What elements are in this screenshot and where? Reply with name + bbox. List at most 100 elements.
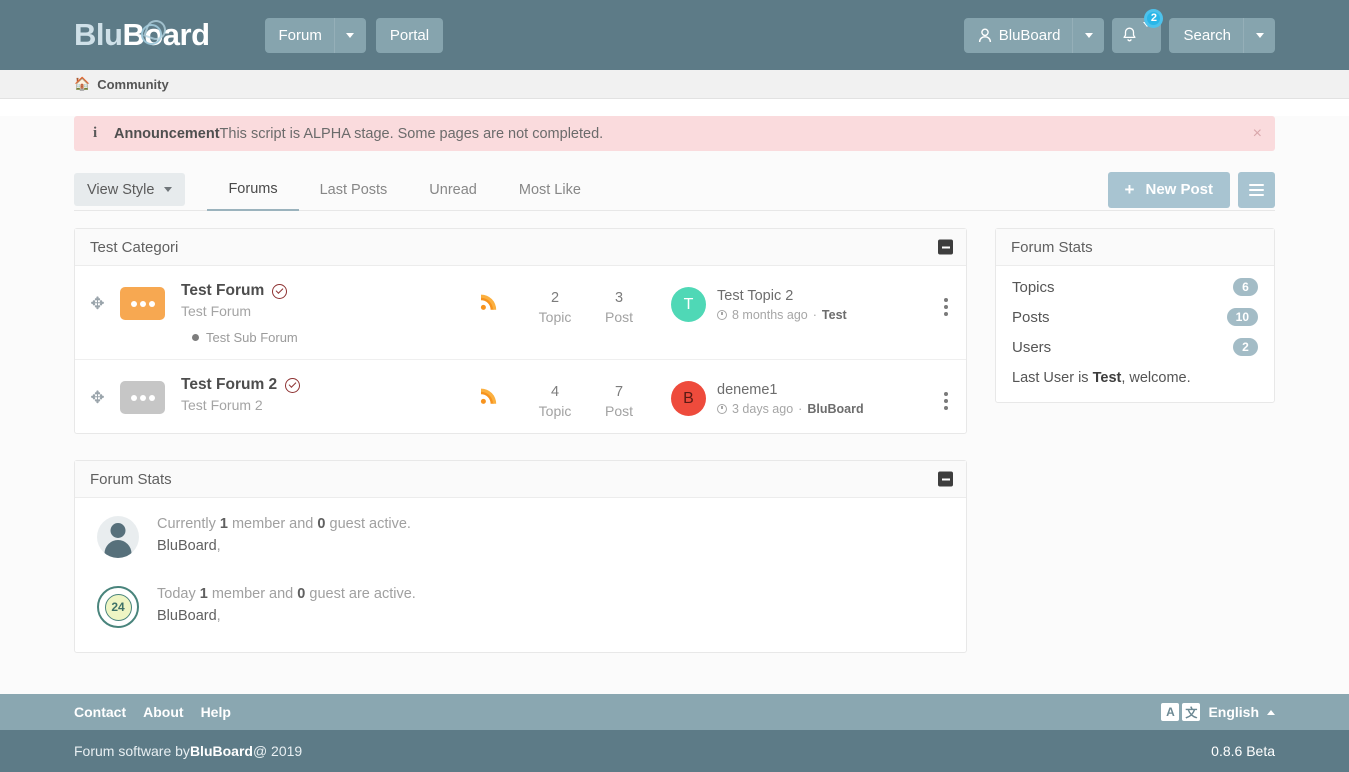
view-style-dropdown[interactable]: View Style — [74, 173, 186, 206]
clock-icon — [717, 309, 727, 320]
copyright-brand[interactable]: BluBoard — [190, 743, 253, 759]
today-activity-text: Today 1 member and 0 guest are active. — [157, 586, 416, 602]
current-prefix: Currently — [157, 516, 220, 532]
drag-handle-icon[interactable]: ✥ — [75, 376, 120, 408]
announcement-banner: i Announcement This script is ALPHA stag… — [74, 116, 1275, 151]
tab-forums[interactable]: Forums — [207, 169, 299, 211]
sidebar-item-label: Topics — [1012, 278, 1055, 296]
nav-button-portal-label: Portal — [389, 26, 430, 44]
last-post-meta: 8 months ago · Test — [717, 308, 847, 322]
tab-last-posts[interactable]: Last Posts — [299, 169, 409, 211]
topic-count: 2 — [550, 290, 560, 306]
last-post-title[interactable]: deneme1 — [717, 382, 864, 398]
footer-copyright-bar: Forum software by BluBoard @ 2019 0.8.6 … — [0, 730, 1349, 772]
user-menu-button[interactable]: BluBoard — [963, 17, 1105, 53]
list-options-button[interactable] — [1238, 171, 1275, 208]
post-label: Post — [604, 403, 633, 419]
forum-info: Test Forum Test Forum Test Sub Forum — [165, 282, 455, 345]
tab-unread[interactable]: Unread — [408, 169, 498, 211]
new-post-label: New Post — [1145, 181, 1213, 198]
chevron-down-icon — [164, 187, 173, 192]
row-menu-icon[interactable] — [926, 376, 966, 410]
current-user-name[interactable]: BluBoard — [157, 538, 217, 554]
footer-link-about[interactable]: About — [143, 704, 183, 720]
drag-handle-icon[interactable]: ✥ — [75, 282, 120, 314]
chevron-down-icon[interactable] — [333, 17, 366, 53]
today-suffix: guest are active. — [305, 586, 416, 602]
forum-list-column: Test Categori ✥ Test Forum Test Forum Te… — [74, 228, 967, 653]
forum-title[interactable]: Test Forum 2 — [181, 376, 277, 394]
meta-separator: · — [812, 307, 817, 322]
row-menu-icon[interactable] — [926, 282, 966, 316]
forum-description: Test Forum — [181, 303, 252, 319]
copyright-prefix: Forum software by — [74, 743, 190, 759]
language-selector[interactable]: A 文 English — [1161, 703, 1275, 721]
today-comma: , — [216, 608, 221, 624]
search-button-label: Search — [1183, 26, 1231, 44]
collapse-toggle-icon[interactable] — [938, 239, 953, 255]
sidebar-column: Forum Stats Topics 6 Posts 10 Users 2 La… — [995, 228, 1275, 653]
rss-icon[interactable] — [455, 376, 523, 405]
last-post-cell: B deneme1 3 days ago · BluBoard — [651, 376, 926, 416]
avatar[interactable]: B — [671, 381, 706, 416]
last-post-meta: 3 days ago · BluBoard — [717, 402, 864, 416]
today-active-users: BluBoard, — [157, 608, 416, 624]
site-logo[interactable]: Blu Board — [74, 17, 210, 53]
last-post-author[interactable]: BluBoard — [807, 402, 863, 416]
new-post-button[interactable]: + New Post — [1107, 171, 1230, 208]
chevron-up-icon — [1267, 709, 1275, 715]
last-post-title[interactable]: Test Topic 2 — [717, 288, 847, 304]
nav-button-portal[interactable]: Portal — [375, 17, 444, 53]
post-count-cell: 7 Post — [587, 376, 651, 419]
breadcrumb-label[interactable]: Community — [97, 77, 169, 92]
sidebar-item-label: Users — [1012, 338, 1052, 356]
tab-most-like[interactable]: Most Like — [498, 169, 602, 211]
clock-icon — [717, 403, 727, 414]
avatar[interactable]: T — [671, 287, 706, 322]
search-button[interactable]: Search — [1169, 17, 1275, 53]
topic-count-cell: 2 Topic — [523, 282, 587, 325]
bell-icon — [1122, 27, 1137, 43]
chevron-down-icon[interactable] — [1143, 21, 1152, 44]
page-body: i Announcement This script is ALPHA stag… — [0, 116, 1349, 694]
subforum-link[interactable]: Test Sub Forum — [192, 330, 455, 345]
notifications-button[interactable]: 2 — [1112, 8, 1164, 53]
top-header: Blu Board Forum Portal BluBoard 2 Search — [0, 0, 1349, 70]
category-header: Test Categori — [75, 229, 966, 266]
today-prefix: Today — [157, 586, 200, 602]
last-post-author[interactable]: Test — [822, 308, 847, 322]
nav-button-forum[interactable]: Forum — [264, 17, 366, 53]
copyright-suffix: @ 2019 — [252, 743, 303, 759]
topic-count: 4 — [550, 384, 560, 400]
chevron-down-icon[interactable] — [1243, 17, 1275, 53]
last-post-time: 3 days ago — [732, 401, 794, 416]
sidebar-item-label: Posts — [1012, 308, 1050, 326]
collapse-toggle-icon[interactable] — [938, 471, 953, 487]
footer-link-help[interactable]: Help — [201, 704, 231, 720]
sidebar-stats-panel: Forum Stats Topics 6 Posts 10 Users 2 La… — [995, 228, 1275, 403]
user-icon — [978, 28, 992, 43]
chevron-down-icon[interactable] — [1072, 17, 1104, 53]
logo-text-blu: Blu — [74, 17, 123, 52]
post-count: 3 — [614, 290, 624, 306]
verified-check-icon — [285, 377, 301, 393]
forum-row: ✥ Test Forum Test Forum Test Sub Forum 2… — [75, 266, 966, 360]
current-activity-row: Currently 1 member and 0 guest active. B… — [75, 498, 966, 568]
rss-icon[interactable] — [455, 282, 523, 311]
status-badge: 10 — [1226, 308, 1258, 326]
content-toolbar: View Style Forums Last Posts Unread Most… — [74, 169, 1275, 211]
meta-separator: · — [798, 401, 803, 416]
sidebar-stats-title: Forum Stats — [1011, 238, 1093, 256]
topic-count-cell: 4 Topic — [523, 376, 587, 419]
status-badge: 2 — [1233, 338, 1258, 356]
close-icon[interactable]: × — [1253, 125, 1262, 142]
post-count-cell: 3 Post — [587, 282, 651, 325]
footer-link-contact[interactable]: Contact — [74, 704, 126, 720]
header-actions: BluBoard 2 Search — [963, 8, 1275, 53]
sidebar-item-users: Users 2 — [996, 332, 1274, 362]
hamburger-icon — [1249, 181, 1264, 199]
view-style-label: View Style — [87, 181, 155, 198]
last-user-name[interactable]: Test — [1093, 370, 1122, 386]
today-user-name[interactable]: BluBoard — [157, 608, 217, 624]
forum-title[interactable]: Test Forum — [181, 282, 264, 300]
